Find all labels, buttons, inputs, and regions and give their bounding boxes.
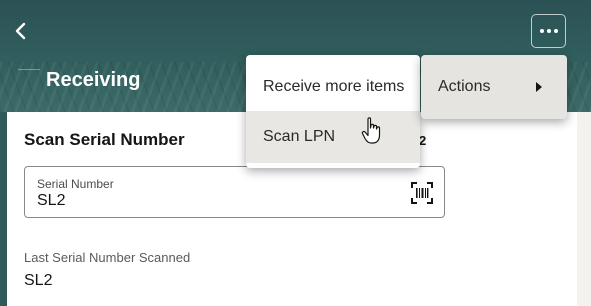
hand-cursor-icon [361,117,381,144]
serial-number-field[interactable]: Serial Number SL2 [24,166,445,218]
last-scanned-value: SL2 [24,272,53,289]
last-scanned-label: Last Serial Number Scanned [24,250,191,265]
menu-item-receive-more-items[interactable]: Receive more items [246,61,420,113]
menu-item-scan-lpn[interactable]: Scan LPN [246,111,420,163]
back-button[interactable] [8,16,34,46]
serial-number-input[interactable]: SL2 [37,192,65,210]
serial-number-label: Serial Number [37,177,114,191]
actions-label: Actions [438,78,491,95]
scan-barcode-button[interactable] [410,181,434,205]
actions-menu: Receive more items Scan LPN [246,55,420,168]
receiving-screen: Receiving Scan Serial Number 2 Serial Nu… [0,0,591,306]
page-title: Receiving [46,69,141,91]
more-actions-button[interactable] [531,14,566,48]
section-title: Scan Serial Number [24,130,185,149]
scan-count: 2 [419,133,427,148]
ellipsis-icon [539,29,558,33]
header-divider [18,69,40,70]
barcode-scan-icon [411,182,433,204]
actions-submenu-item[interactable]: Actions [421,55,567,119]
chevron-left-icon [15,22,26,40]
background-strip [577,112,591,306]
caret-right-icon [536,82,542,92]
